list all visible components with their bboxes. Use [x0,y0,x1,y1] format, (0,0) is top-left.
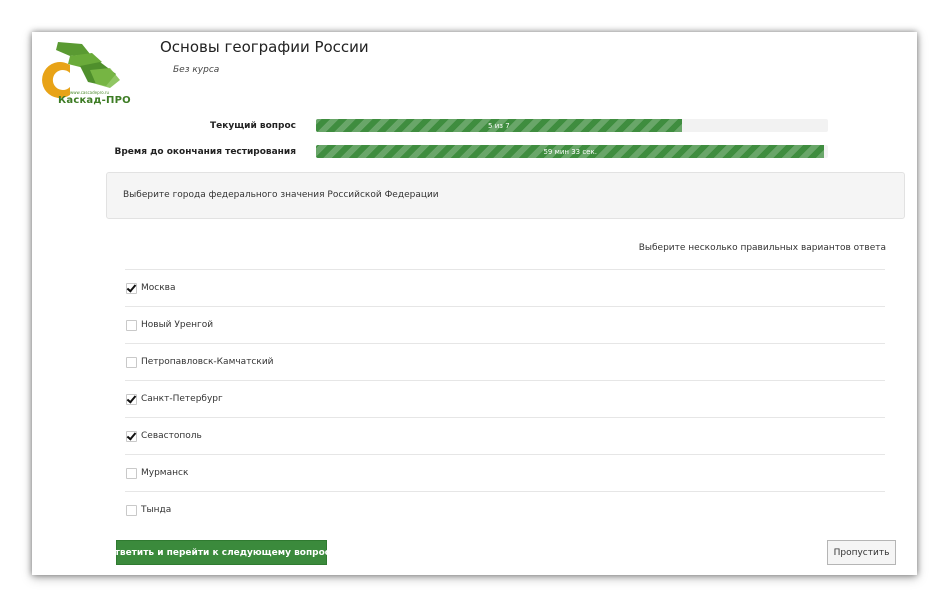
answer-option-label[interactable]: Тында [141,505,171,515]
answer-option-label[interactable]: Севастополь [141,431,202,441]
answer-option-label[interactable]: Санкт-Петербург [141,394,223,404]
current-question-label: Текущий вопрос [210,121,296,131]
answer-checkbox[interactable] [126,319,137,331]
answer-checkbox[interactable] [126,393,137,405]
logo-name: Каскад-ПРО [58,95,131,106]
current-question-progress: 5 из 7 [316,119,828,132]
answer-instruction: Выберите несколько правильных вариантов … [638,243,886,253]
answer-option[interactable]: Тында [125,491,885,528]
time-remaining-progress-text: 59 мин 33 сек. [543,147,597,156]
answer-option[interactable]: Петропавловск-Камчатский [125,343,885,380]
current-question-progress-text: 5 из 7 [488,121,510,130]
time-remaining-progress-fill: 59 мин 33 сек. [316,145,825,158]
answer-checkbox[interactable] [126,467,137,479]
page-title: Основы географии России [160,38,369,56]
answer-checkbox[interactable] [126,430,137,442]
answer-checkbox[interactable] [126,504,137,516]
answer-option-label[interactable]: Новый Уренгой [141,320,213,330]
skip-button[interactable]: Пропустить [827,540,896,565]
test-window: www.cascadepro.ru Каскад-ПРО Основы геог… [32,32,917,575]
answer-option[interactable]: Новый Уренгой [125,306,885,343]
answer-option[interactable]: Москва [125,269,885,306]
question-panel: Выберите города федерального значения Ро… [106,172,905,219]
current-question-progress-fill: 5 из 7 [316,119,682,132]
answer-checkbox[interactable] [126,282,137,294]
answer-option[interactable]: Санкт-Петербург [125,380,885,417]
answer-option-label[interactable]: Москва [141,283,175,293]
time-remaining-progress: 59 мин 33 сек. [316,145,828,158]
submit-answer-button[interactable]: Ответить и перейти к следующему вопросу [107,540,336,565]
answer-option[interactable]: Мурманск [125,454,885,491]
answer-option-label[interactable]: Мурманск [141,468,188,478]
answer-checkbox[interactable] [126,356,137,368]
answer-options-list: Москва Новый Уренгой Петропавловск-Камча… [125,269,885,528]
course-subtitle: Без курса [173,65,220,75]
answer-option[interactable]: Севастополь [125,417,885,454]
question-text: Выберите города федерального значения Ро… [123,190,439,200]
time-remaining-label: Время до окончания тестирования [114,147,296,157]
answer-option-label[interactable]: Петропавловск-Камчатский [141,357,274,367]
logo: www.cascadepro.ru Каскад-ПРО [40,40,132,110]
